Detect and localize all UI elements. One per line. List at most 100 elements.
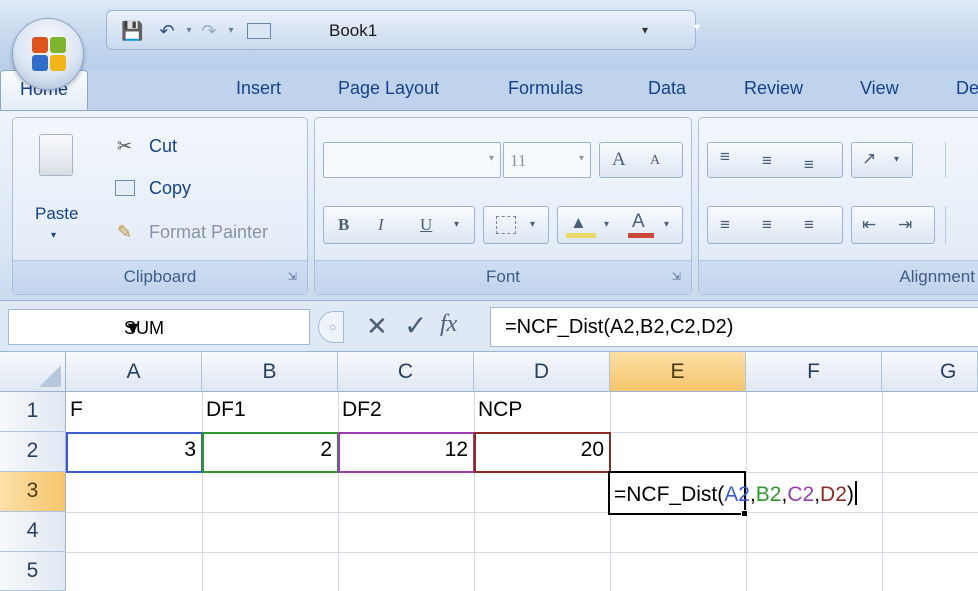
orientation-button[interactable]: ↗ ▾ [851, 142, 913, 178]
redo-icon[interactable]: ↷ [199, 21, 219, 41]
tab-review[interactable]: Review [744, 78, 803, 99]
undo-icon[interactable]: ↶ [157, 21, 177, 41]
tab-formulas[interactable]: Formulas [508, 78, 583, 99]
wrap-text-icon[interactable] [945, 142, 975, 178]
shrink-font-button[interactable]: A [650, 153, 660, 169]
font-name-select[interactable]: ▾ [323, 142, 501, 178]
align-bottom-icon[interactable]: ≡ [804, 155, 814, 175]
align-left-icon[interactable]: ≡ [720, 215, 730, 235]
office-button[interactable] [12, 18, 84, 90]
underline-button[interactable]: U [420, 215, 432, 235]
enter-icon[interactable]: ✓ [404, 309, 427, 342]
font-size-dropdown-icon[interactable]: ▾ [579, 153, 584, 164]
window-icon[interactable] [247, 23, 271, 39]
font-group-label: Font [315, 260, 691, 294]
borders-button[interactable]: ▾ [483, 206, 549, 244]
bold-button[interactable]: B [338, 215, 349, 235]
font-launcher-icon[interactable]: ⇲ [672, 270, 681, 283]
tab-developer[interactable]: De [956, 78, 978, 99]
customize-qat-icon[interactable]: ▾ [694, 20, 700, 34]
orientation-dropdown-icon[interactable]: ▾ [894, 154, 899, 165]
increase-indent-icon[interactable]: ⇥ [898, 215, 912, 235]
office-logo-icon [32, 37, 66, 71]
orientation-icon: ↗ [862, 149, 877, 168]
formula-bar: SUM ▼ ○ ✕ ✓ fx =NCF_Dist(A2,B2,C2,D2) [0, 300, 978, 352]
font-name-dropdown-icon[interactable]: ▾ [489, 153, 494, 164]
save-icon[interactable]: 💾 [121, 21, 143, 41]
column-header-g[interactable]: G [882, 352, 978, 392]
paste-button[interactable]: Paste [35, 204, 78, 224]
cell-edit-text[interactable]: =NCF_Dist(A2,B2,C2,D2) [614, 481, 857, 507]
font-color-swatch [628, 233, 654, 238]
fill-color-dropdown-icon[interactable]: ▾ [604, 219, 609, 230]
select-all-button[interactable] [0, 352, 66, 392]
font-color-dropdown-icon[interactable]: ▾ [664, 219, 669, 230]
row-header-3[interactable]: 3 [0, 472, 66, 512]
row-header-4[interactable]: 4 [0, 512, 66, 552]
name-box[interactable]: SUM ▼ [8, 309, 310, 345]
name-box-dropdown-icon[interactable]: ▼ [124, 318, 142, 339]
column-header-a[interactable]: A [66, 352, 202, 392]
format-painter-button[interactable]: Format Painter [149, 222, 268, 243]
align-center-icon[interactable]: ≡ [762, 215, 772, 235]
align-top-icon[interactable]: ≡ [720, 147, 730, 167]
font-group: ▾ 11 ▾ A A B I U ▾ ▾ ▲ ▾ A ▾ Font ⇲ [314, 117, 692, 295]
paste-icon[interactable] [39, 134, 73, 176]
redo-dropdown-icon[interactable]: ▾ [221, 21, 241, 41]
tab-data[interactable]: Data [648, 78, 686, 99]
document-title: Book1 [329, 21, 378, 40]
cell-a1[interactable]: F [70, 392, 200, 432]
font-size-select[interactable]: 11 ▾ [503, 142, 591, 178]
fill-handle[interactable] [741, 510, 748, 517]
edit-ref-a2: A2 [724, 483, 750, 506]
italic-button[interactable]: I [378, 215, 384, 235]
fill-color-icon[interactable]: ▲ [570, 213, 587, 233]
tab-page-layout[interactable]: Page Layout [338, 78, 439, 99]
format-painter-icon: ✎ [117, 222, 133, 242]
cut-button[interactable]: Cut [149, 136, 177, 157]
cancel-icon[interactable]: ✕ [366, 311, 388, 342]
tab-view[interactable]: View [860, 78, 899, 99]
tab-insert[interactable]: Insert [236, 78, 281, 99]
font-size-value: 11 [510, 151, 527, 170]
underline-dropdown-icon[interactable]: ▾ [454, 219, 459, 230]
undo-dropdown-icon[interactable]: ▾ [179, 21, 199, 41]
column-header-c[interactable]: C [338, 352, 474, 392]
edit-suffix: ) [846, 483, 854, 506]
fill-font-color-buttons: ▲ ▾ A ▾ [557, 206, 683, 244]
merge-center-icon[interactable] [945, 206, 975, 244]
reference-outline-d2 [474, 432, 611, 473]
reference-outline-b2 [202, 432, 339, 473]
alignment-group: ≡ ≡ ≡ ↗ ▾ ≡ ≡ ≡ ⇤ ⇥ Alignment [698, 117, 978, 295]
formula-bar-expander-icon[interactable]: ○ [318, 311, 344, 343]
reference-outline-a2 [66, 432, 203, 473]
grow-font-button[interactable]: A [612, 149, 626, 171]
copy-button[interactable]: Copy [149, 178, 191, 199]
insert-function-icon[interactable]: fx [440, 311, 457, 338]
align-right-icon[interactable]: ≡ [804, 215, 814, 235]
formula-input[interactable]: =NCF_Dist(A2,B2,C2,D2) [490, 307, 978, 347]
copy-icon [115, 180, 135, 196]
cell-c1[interactable]: DF2 [342, 392, 472, 432]
column-header-b[interactable]: B [202, 352, 338, 392]
row-header-5[interactable]: 5 [0, 552, 66, 591]
font-color-icon[interactable]: A [632, 211, 645, 233]
cell-d1[interactable]: NCP [478, 392, 608, 432]
column-header-d[interactable]: D [474, 352, 610, 392]
cell-b1[interactable]: DF1 [206, 392, 336, 432]
text-caret [854, 481, 857, 505]
alignment-group-label: Alignment [699, 260, 978, 294]
row-header-2[interactable]: 2 [0, 432, 66, 472]
column-header-f[interactable]: F [746, 352, 882, 392]
borders-dropdown-icon[interactable]: ▾ [530, 219, 535, 230]
paste-dropdown-icon[interactable]: ▾ [51, 230, 56, 241]
ribbon: Paste ▾ ✂ Cut Copy ✎ Format Painter Clip… [0, 110, 978, 300]
column-header-e[interactable]: E [610, 352, 746, 392]
title-dropdown-icon[interactable]: ▾ [642, 23, 648, 37]
align-middle-icon[interactable]: ≡ [762, 151, 772, 171]
decrease-indent-icon[interactable]: ⇤ [862, 215, 876, 235]
row-header-1[interactable]: 1 [0, 392, 66, 432]
clipboard-launcher-icon[interactable]: ⇲ [288, 270, 297, 283]
clipboard-group-label: Clipboard [13, 260, 307, 294]
title-bar: 💾 ↶ ▾ ↷ ▾ Book1 ▾ ▾ [0, 0, 978, 70]
